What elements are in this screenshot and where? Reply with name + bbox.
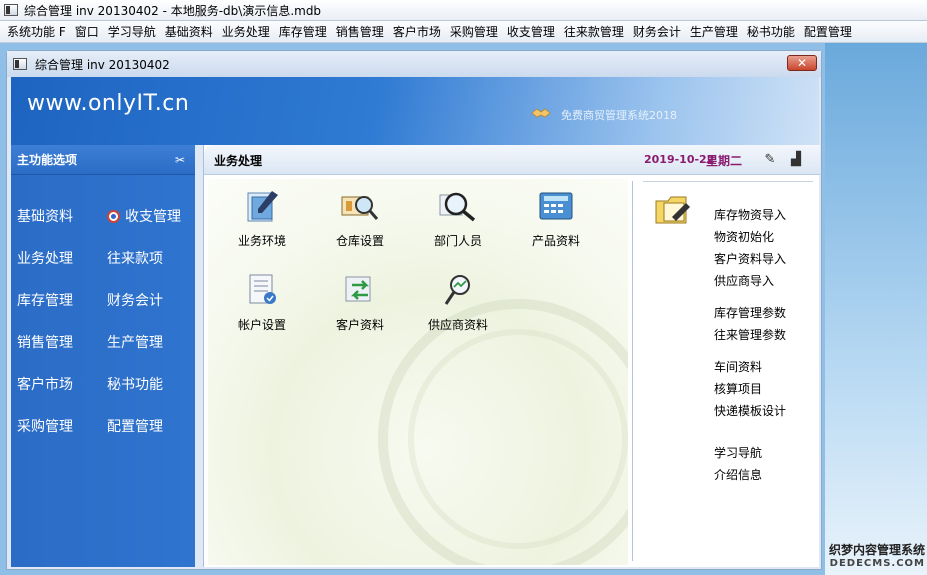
link-import-suppliers[interactable]: 供应商导入 (714, 272, 774, 289)
sidebar-header: 主功能选项 ✂ (11, 145, 195, 175)
menu-config[interactable]: 配置管理 (801, 23, 858, 40)
sidebar-item-business[interactable]: 业务处理 (11, 237, 103, 279)
link-import-inventory[interactable]: 库存物资导入 (714, 206, 786, 223)
sidebar-item-production[interactable]: 生产管理 (103, 321, 195, 363)
sidebar-item-accounts[interactable]: 往来款项 (103, 237, 195, 279)
banner-subtitle: 免费商贸管理系统2018 (561, 109, 677, 122)
pane-header: 业务处理 2019-10-22 星期二 ✎ ▟ (204, 145, 820, 175)
pane-title: 业务处理 (214, 154, 263, 168)
folder-edit-icon (655, 196, 690, 224)
tile-label: 仓库设置 (335, 234, 384, 248)
menu-inventory[interactable]: 库存管理 (276, 23, 333, 40)
tile-label: 业务环境 (237, 234, 286, 248)
background-gauge-inner (408, 329, 628, 549)
child-window-title: 综合管理 inv 20130402 (35, 57, 170, 72)
sidebar-item-finance[interactable]: 财务会计 (103, 279, 195, 321)
sidebar-item-label: 收支管理 (125, 209, 181, 225)
sidebar: 主功能选项 ✂ 基础资料 收支管理 业务处理 往来款项 库存管理 财务会计 销售… (11, 145, 195, 567)
sidebar-item-purchase[interactable]: 采购管理 (11, 405, 103, 447)
link-init-materials[interactable]: 物资初始化 (714, 228, 774, 245)
form-checkmark-icon (249, 274, 276, 304)
tile-customer[interactable]: 客户资料 (320, 273, 400, 333)
tile-department[interactable]: 部门人员 (418, 189, 498, 249)
main-child-window: 综合管理 inv 20130402 ✕ www.onlyIT.cn 免费商贸管理… (6, 50, 822, 570)
sidebar-item-sales[interactable]: 销售管理 (11, 321, 103, 363)
date-label: 2019-10-22 (644, 153, 715, 166)
selected-ring-icon (107, 209, 120, 223)
close-button[interactable]: ✕ (787, 55, 817, 71)
tile-business-env[interactable]: 业务环境 (222, 189, 302, 249)
divider-line (643, 181, 813, 182)
weekday-label: 星期二 (706, 154, 743, 168)
link-import-customers[interactable]: 客户资料导入 (714, 250, 786, 267)
app-title: 综合管理 inv 20130402 - 本地服务-db\演示信息.mdb (24, 3, 322, 18)
tile-label: 帐户设置 (237, 318, 286, 332)
tile-warehouse[interactable]: 仓库设置 (320, 189, 400, 249)
sidebar-header-label: 主功能选项 (17, 153, 78, 167)
tools-icon[interactable]: ✎ (762, 152, 778, 168)
watermark-line2: DEDECMS.COM (829, 558, 925, 569)
link-accounts-params[interactable]: 往来管理参数 (714, 326, 786, 343)
menu-business[interactable]: 业务处理 (219, 23, 276, 40)
child-window-title-bar[interactable]: 综合管理 inv 20130402 ✕ (7, 51, 821, 77)
menu-income-expense[interactable]: 收支管理 (504, 23, 561, 40)
watermark: 织梦内容管理系统 DEDECMS.COM (829, 543, 925, 571)
magnifier-chart-icon (444, 275, 470, 305)
link-learning-guide[interactable]: 学习导航 (714, 444, 762, 461)
document-pen-icon (247, 191, 278, 222)
menu-secretary[interactable]: 秘书功能 (744, 23, 801, 40)
tile-product[interactable]: 产品资料 (516, 189, 596, 249)
tile-label: 部门人员 (433, 234, 482, 248)
menu-basic-data[interactable]: 基础资料 (162, 23, 219, 40)
tile-account-settings[interactable]: 帐户设置 (222, 273, 302, 333)
desktop-background (825, 43, 927, 575)
menu-accounts[interactable]: 往来款管理 (561, 23, 630, 40)
sidebar-nav: 基础资料 收支管理 业务处理 往来款项 库存管理 财务会计 销售管理 生产管理 … (11, 195, 195, 447)
handshake-icon (531, 108, 551, 118)
collapse-icon[interactable]: ✂ (173, 153, 187, 167)
sidebar-item-config[interactable]: 配置管理 (103, 405, 195, 447)
menu-production[interactable]: 生产管理 (687, 23, 744, 40)
link-inventory-params[interactable]: 库存管理参数 (714, 304, 786, 321)
app-icon (4, 4, 18, 16)
swap-arrows-icon (345, 276, 371, 302)
app-title-bar[interactable]: 综合管理 inv 20130402 - 本地服务-db\演示信息.mdb (0, 0, 927, 21)
tile-label: 供应商资料 (427, 318, 488, 332)
menu-learning-guide[interactable]: 学习导航 (105, 23, 162, 40)
sidebar-item-secretary[interactable]: 秘书功能 (103, 363, 195, 405)
calculator-icon (539, 192, 573, 220)
menu-sales[interactable]: 销售管理 (333, 23, 390, 40)
watermark-line1: 织梦内容管理系统 (828, 543, 925, 557)
link-introduction[interactable]: 介绍信息 (714, 466, 762, 483)
sidebar-item-basic-data[interactable]: 基础资料 (11, 195, 103, 237)
sidebar-item-customer-market[interactable]: 客户市场 (11, 363, 103, 405)
menu-bar: 系统功能 F 窗口 学习导航 基础资料 业务处理 库存管理 销售管理 客户市场 … (0, 21, 927, 43)
tile-supplier[interactable]: 供应商资料 (418, 273, 498, 333)
menu-customer-market[interactable]: 客户市场 (390, 23, 447, 40)
banner-logo: www.onlyIT.cn (27, 91, 190, 116)
menu-system[interactable]: 系统功能 F (4, 23, 72, 40)
function-workspace: 业务环境 仓库设置 部门人员 产品资料 帐户设置 客户资料 供应商资料 (208, 179, 628, 565)
link-express-template[interactable]: 快递模板设计 (714, 402, 786, 419)
tile-label: 客户资料 (335, 318, 384, 332)
banner: www.onlyIT.cn 免费商贸管理系统2018 (11, 77, 819, 145)
menu-purchase[interactable]: 采购管理 (447, 23, 504, 40)
content-pane: 业务处理 2019-10-22 星期二 ✎ ▟ 业务环境 仓库设置 部门人员 产… (203, 145, 820, 567)
window-icon (13, 58, 27, 70)
sidebar-item-inventory[interactable]: 库存管理 (11, 279, 103, 321)
pane-divider (632, 181, 633, 561)
tile-label: 产品资料 (531, 234, 580, 248)
link-accounting-items[interactable]: 核算项目 (714, 380, 762, 397)
quick-links-panel: 库存物资导入 物资初始化 客户资料导入 供应商导入 库存管理参数 往来管理参数 … (638, 179, 818, 565)
menu-window[interactable]: 窗口 (72, 23, 105, 40)
link-workshop-data[interactable]: 车间资料 (714, 358, 762, 375)
menu-finance[interactable]: 财务会计 (630, 23, 687, 40)
sidebar-item-income-expense[interactable]: 收支管理 (103, 195, 195, 237)
magnifier-people-icon (439, 192, 476, 222)
warehouse-magnifier-icon (341, 196, 379, 220)
org-chart-icon[interactable]: ▟ (788, 152, 804, 168)
